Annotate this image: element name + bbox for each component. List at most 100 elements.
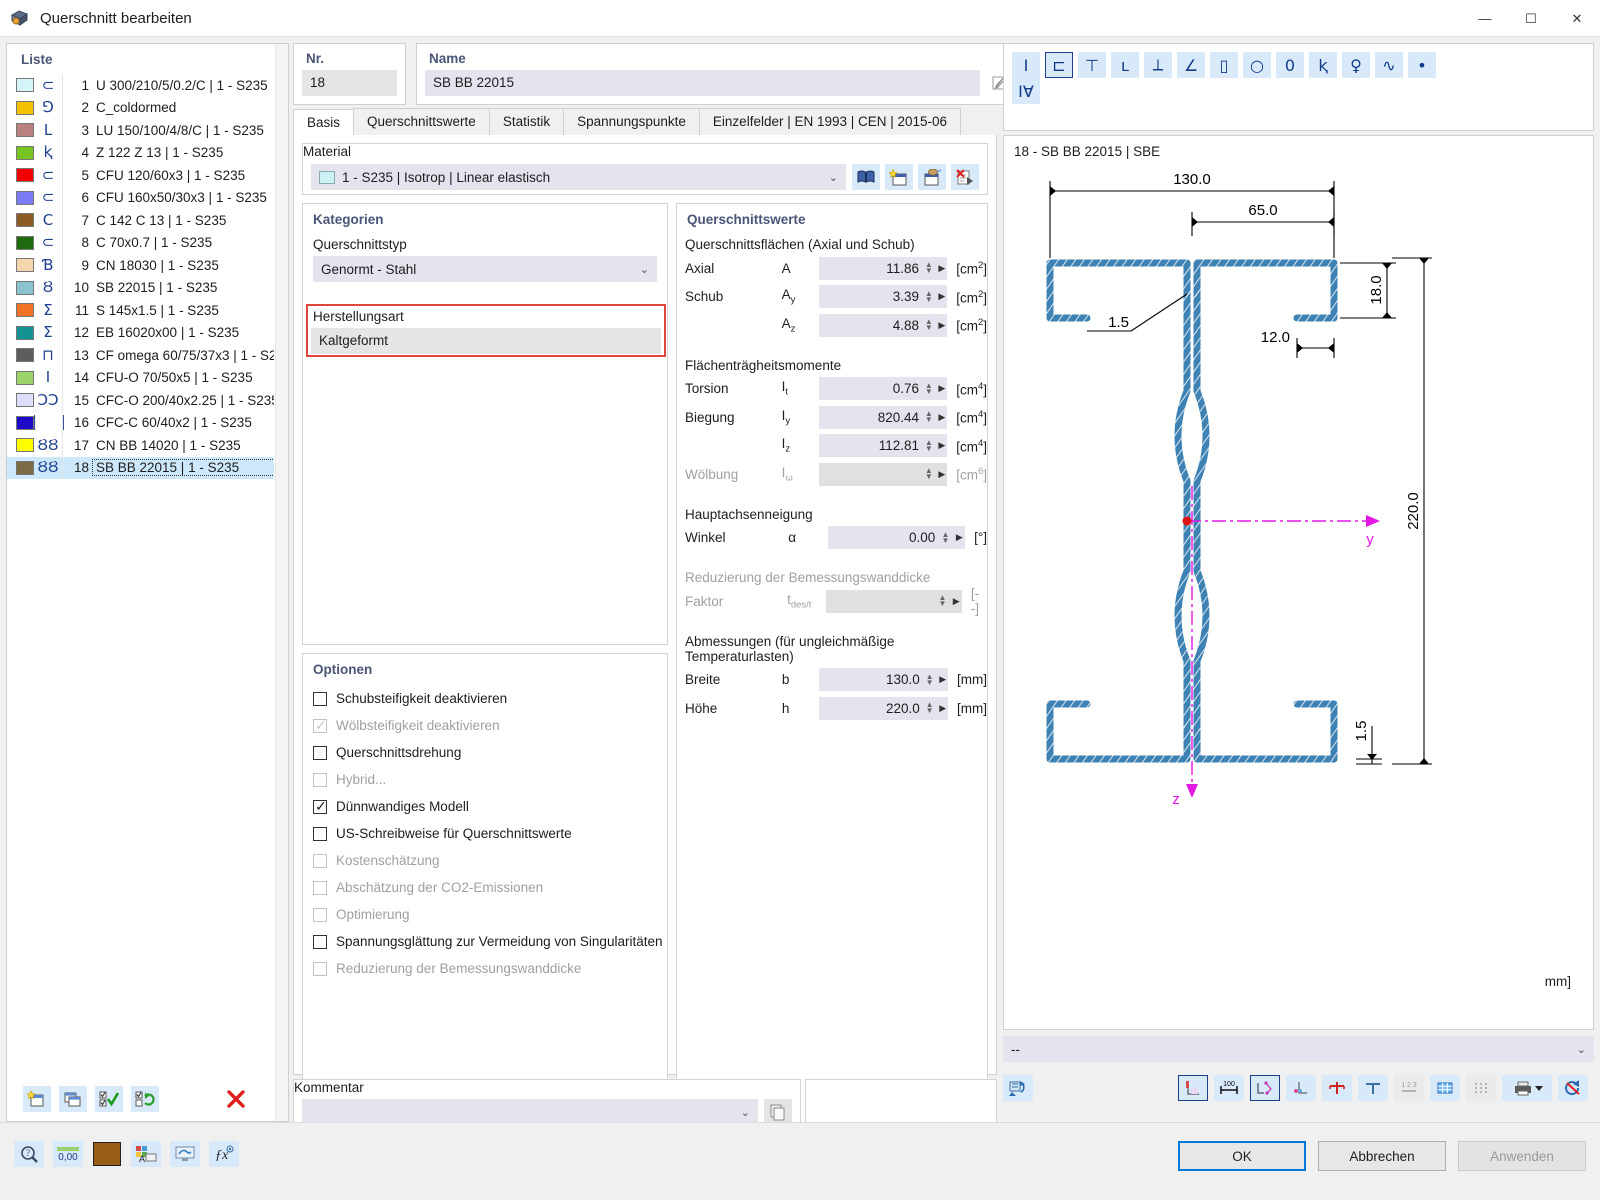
delete-material-button[interactable] — [951, 164, 979, 190]
value-input[interactable]: 130.0 — [819, 668, 924, 692]
checkbox[interactable] — [313, 745, 327, 760]
expand-icon[interactable]: ▶ — [939, 703, 946, 714]
section-list-item[interactable]: ↃↃ 15 CFC-O 200/40x2.25 | 1 - S235 — [7, 389, 274, 412]
checkbox[interactable] — [313, 691, 327, 706]
close-button[interactable]: ✕ — [1554, 0, 1600, 37]
show-origin-button[interactable] — [1178, 1075, 1208, 1101]
value-input[interactable]: 4.88 — [818, 313, 924, 337]
tab-einzelfelder[interactable]: Einzelfelder | EN 1993 | CEN | 2015-06 — [698, 108, 962, 135]
section-list-item[interactable]: Σ 12 EB 16020x00 | 1 - S235 — [7, 321, 274, 344]
render-button[interactable] — [170, 1141, 200, 1167]
display-properties-button[interactable]: A — [131, 1141, 161, 1167]
checkbox[interactable] — [313, 934, 327, 949]
checkbox[interactable] — [313, 826, 327, 841]
value-input[interactable]: 112.81 — [818, 434, 924, 458]
built-up-section-icon[interactable]: ⅠⱯ — [1012, 78, 1040, 104]
name-input[interactable]: SB BB 22015 — [425, 70, 980, 96]
section-list[interactable]: ⊂ 1 U 300/210/5/0.2/C | 1 - S235 ⅁ 2 C_coldor… — [7, 74, 274, 1071]
diagonal-angle-icon[interactable]: ∠ — [1177, 52, 1205, 78]
material-library-button[interactable] — [852, 164, 880, 190]
show-dimensions-button[interactable]: 100 — [1214, 1075, 1244, 1101]
select-all-button[interactable] — [95, 1085, 123, 1112]
maximize-button[interactable]: ☐ — [1508, 0, 1554, 37]
show-part-dimensions-button[interactable] — [1250, 1075, 1280, 1101]
section-list-item[interactable]: Ȣ 10 SB 22015 | 1 - S235 — [7, 276, 274, 299]
delete-section-button[interactable] — [222, 1086, 250, 1112]
option-row[interactable]: Schubsteifigkeit deaktivieren — [303, 685, 667, 712]
option-row[interactable]: Spannungsglättung zur Vermeidung von Sin… — [303, 928, 667, 955]
rectangle-hollow-icon[interactable]: ▯ — [1210, 52, 1238, 78]
nr-input[interactable]: 18 — [302, 70, 397, 96]
i-section-icon[interactable]: Ⅰ — [1012, 52, 1040, 78]
value-input[interactable]: 220.0 — [819, 696, 924, 720]
circle-hollow-icon[interactable]: ○ — [1243, 52, 1271, 78]
viewer-select[interactable]: -- ⌄ — [1003, 1036, 1594, 1062]
section-list-item[interactable]: ⊂ 6 CFU 160x50/30x3 | 1 - S235 — [7, 186, 274, 209]
value-input[interactable]: 3.39 — [818, 285, 924, 309]
edit-material-button[interactable] — [918, 164, 946, 190]
section-list-item[interactable]: ⎸⎹ 16 CFC-C 60/40x2 | 1 - S235 — [7, 411, 274, 434]
angle-section-icon[interactable]: ʟ — [1111, 52, 1139, 78]
value-input[interactable]: 0.76 — [818, 377, 924, 401]
spinner-buttons[interactable]: ▲ ▼ ▶ — [923, 285, 948, 309]
spinner-buttons[interactable]: ▲ ▼ ▶ — [923, 434, 948, 458]
tab-strip[interactable]: Basis Querschnittswerte Statistik Spannungs… — [293, 108, 997, 136]
expand-icon[interactable]: ▶ — [938, 440, 945, 451]
section-list-item[interactable]: Σ 11 S 145x1.5 | 1 - S235 — [7, 299, 274, 322]
section-list-item[interactable]: ȢȢ 18 SB BB 22015 | 1 - S235 — [7, 456, 274, 479]
section-list-item[interactable]: ⅁ 2 C_coldormed — [7, 96, 274, 119]
print-button[interactable] — [1502, 1075, 1552, 1101]
color-button[interactable] — [92, 1141, 122, 1167]
tab-querschnittswerte[interactable]: Querschnittswerte — [353, 108, 490, 135]
wave-section-icon[interactable]: ∿ — [1375, 52, 1403, 78]
section-list-item[interactable]: ⊓ 13 CF omega 60/75/37x3 | 1 - S235 — [7, 344, 274, 367]
channel-section-icon[interactable]: ⊏ — [1045, 52, 1073, 78]
value-input[interactable]: 11.86 — [818, 256, 924, 280]
new-section-button[interactable] — [23, 1085, 51, 1112]
z-section-icon[interactable]: ⱪ — [1309, 52, 1337, 78]
show-mesh-button[interactable] — [1466, 1075, 1496, 1101]
refresh-selection-button[interactable] — [131, 1085, 159, 1112]
material-select[interactable]: 1 - S235 | Isotrop | Linear elastisch ⌄ — [311, 164, 846, 190]
querschnittstyp-select[interactable]: Genormt - Stahl ⌄ — [313, 256, 657, 282]
reset-view-button[interactable] — [1558, 1075, 1588, 1101]
value-input[interactable]: 0.00 — [828, 526, 940, 550]
section-list-item[interactable]: ⊂ 5 CFU 120/60x3 | 1 - S235 — [7, 164, 274, 187]
expand-icon[interactable]: ▶ — [956, 532, 963, 543]
checkbox[interactable]: ✓ — [313, 798, 327, 814]
spinner-buttons[interactable]: ▲ ▼ ▶ — [923, 696, 948, 720]
expand-icon[interactable]: ▶ — [938, 469, 945, 480]
expand-icon[interactable]: ▶ — [953, 596, 960, 607]
abbrechen-button[interactable]: Abbrechen — [1318, 1141, 1446, 1171]
expand-icon[interactable]: ▶ — [938, 412, 945, 423]
section-list-item[interactable]: L 3 LU 150/100/4/8/C | 1 - S235 — [7, 119, 274, 142]
spinner-buttons[interactable]: ▲ ▼ ▶ — [939, 526, 966, 550]
show-numbering-button[interactable]: 1 2 3 — [1394, 1075, 1424, 1101]
shape-type-toolbar[interactable]: Ⅰ ⊏ ⊤ ʟ ⟂ ∠ ▯ ○ 0 ⱪ ♀ ∿ • ⅠⱯ — [1003, 43, 1594, 131]
rotate-view-button[interactable] — [1003, 1075, 1033, 1101]
option-row[interactable]: Querschnittsdrehung — [303, 739, 667, 766]
section-list-item[interactable]: ⊂ 8 C 70x0.7 | 1 - S235 — [7, 231, 274, 254]
spinner-buttons[interactable]: ▲ ▼ ▶ — [923, 668, 948, 692]
spinner-buttons[interactable]: ▲ ▼ ▶ — [923, 313, 948, 337]
expand-icon[interactable]: ▶ — [938, 383, 945, 394]
show-axis-z-button[interactable] — [1358, 1075, 1388, 1101]
rail-section-icon[interactable]: ♀ — [1342, 52, 1370, 78]
show-grid-button[interactable] — [1430, 1075, 1460, 1101]
option-row[interactable]: US-Schreibweise für Querschnittswerte — [303, 820, 667, 847]
formula-button[interactable]: ƒx — [209, 1141, 239, 1167]
show-axis-y-button[interactable] — [1322, 1075, 1352, 1101]
section-drawing-pane[interactable]: 18 - SB BB 22015 | SBE mm] 130.0 65.0 18… — [1003, 135, 1594, 1030]
new-material-button[interactable] — [885, 164, 913, 190]
oval-hollow-icon[interactable]: 0 — [1276, 52, 1304, 78]
dialog-buttons[interactable]: OK Abbrechen Anwenden — [1178, 1141, 1586, 1171]
show-points-button[interactable] — [1286, 1075, 1316, 1101]
units-button[interactable]: 0,00 — [53, 1141, 83, 1167]
tab-basis[interactable]: Basis — [293, 109, 355, 136]
pin-section-icon[interactable]: • — [1408, 52, 1436, 78]
section-list-item[interactable]: Ⅰ 14 CFU-O 70/50x5 | 1 - S235 — [7, 366, 274, 389]
copy-section-button[interactable] — [59, 1085, 87, 1112]
section-list-scrollbar[interactable] — [275, 44, 288, 1121]
expand-icon[interactable]: ▶ — [938, 320, 945, 331]
spinner-buttons[interactable]: ▲ ▼ ▶ — [923, 256, 948, 280]
